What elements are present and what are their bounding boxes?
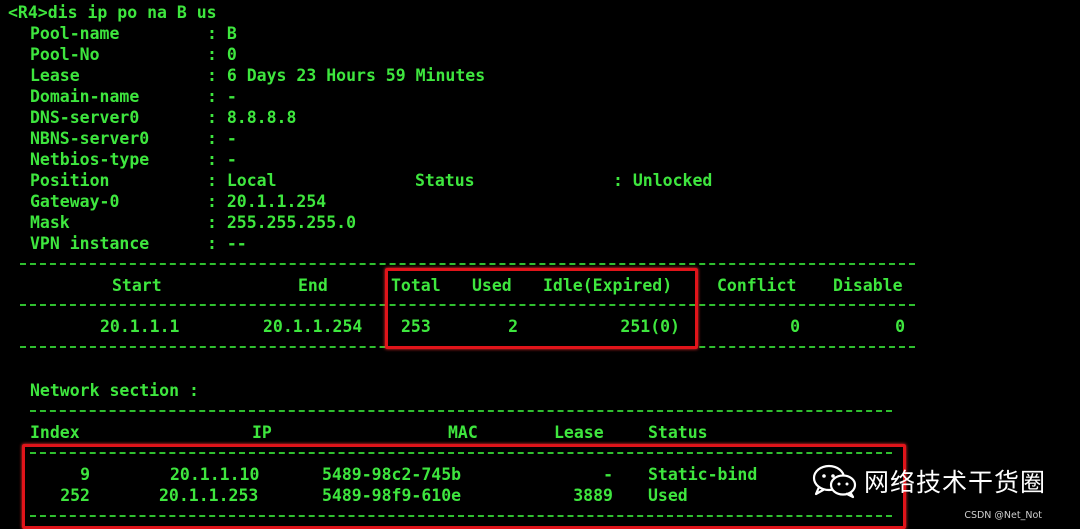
- field-value-dns-server: : 8.8.8.8: [207, 108, 297, 127]
- cell-start: 20.1.1.1: [100, 317, 180, 336]
- field-key-netbios-type: Netbios-type: [30, 150, 150, 169]
- header-conflict: Conflict: [717, 276, 797, 295]
- header-index: Index: [30, 423, 80, 442]
- credit-text: CSDN @Net_Not: [964, 510, 1042, 521]
- cell-end: 20.1.1.254: [263, 317, 363, 336]
- cell-disable: 0: [895, 317, 905, 336]
- field-key-position: Position: [30, 171, 110, 190]
- header-disable: Disable: [833, 276, 903, 295]
- watermark: 网络技术干货圈: [812, 456, 1062, 506]
- watermark-text: 网络技术干货圈: [864, 468, 1047, 497]
- header-status: Status: [648, 423, 708, 442]
- field-value-mask: : 255.255.255.0: [207, 213, 357, 232]
- highlight-box-network-section: [22, 444, 906, 529]
- field-key-dns-server: DNS-server0: [30, 108, 140, 127]
- cell-conflict: 0: [790, 317, 800, 336]
- header-start: Start: [112, 276, 162, 295]
- field-key-pool-no: Pool-No: [30, 45, 100, 64]
- status-label: Status: [415, 171, 475, 190]
- field-key-vpn-instance: VPN instance: [30, 234, 150, 253]
- network-section-title: Network section :: [30, 381, 199, 400]
- status-value: : Unlocked: [613, 171, 713, 190]
- field-key-gateway: Gateway-0: [30, 192, 120, 211]
- separator-line: [30, 410, 892, 412]
- field-value-domain-name: : -: [207, 87, 237, 106]
- field-key-pool-name: Pool-name: [30, 24, 120, 43]
- field-key-lease: Lease: [30, 66, 80, 85]
- field-value-pool-no: : 0: [207, 45, 237, 64]
- field-value-lease: : 6 Days 23 Hours 59 Minutes: [207, 66, 486, 85]
- header-lease: Lease: [554, 423, 604, 442]
- field-value-netbios-type: : -: [207, 150, 237, 169]
- field-value-nbns-server: : -: [207, 129, 237, 148]
- field-value-gateway: : 20.1.1.254: [207, 192, 327, 211]
- wechat-icon: [812, 463, 858, 499]
- field-value-vpn-instance: : --: [207, 234, 247, 253]
- header-mac: MAC: [448, 423, 478, 442]
- field-key-domain-name: Domain-name: [30, 87, 140, 106]
- separator-line: [20, 263, 915, 265]
- field-value-pool-name: : B: [207, 24, 237, 43]
- field-key-mask: Mask: [30, 213, 70, 232]
- field-key-nbns-server: NBNS-server0: [30, 129, 150, 148]
- field-value-position: : Local: [207, 171, 277, 190]
- header-ip: IP: [252, 423, 272, 442]
- highlight-box-usage: [385, 268, 698, 349]
- header-end: End: [298, 276, 328, 295]
- command-line: <R4>dis ip po na B us: [8, 3, 217, 22]
